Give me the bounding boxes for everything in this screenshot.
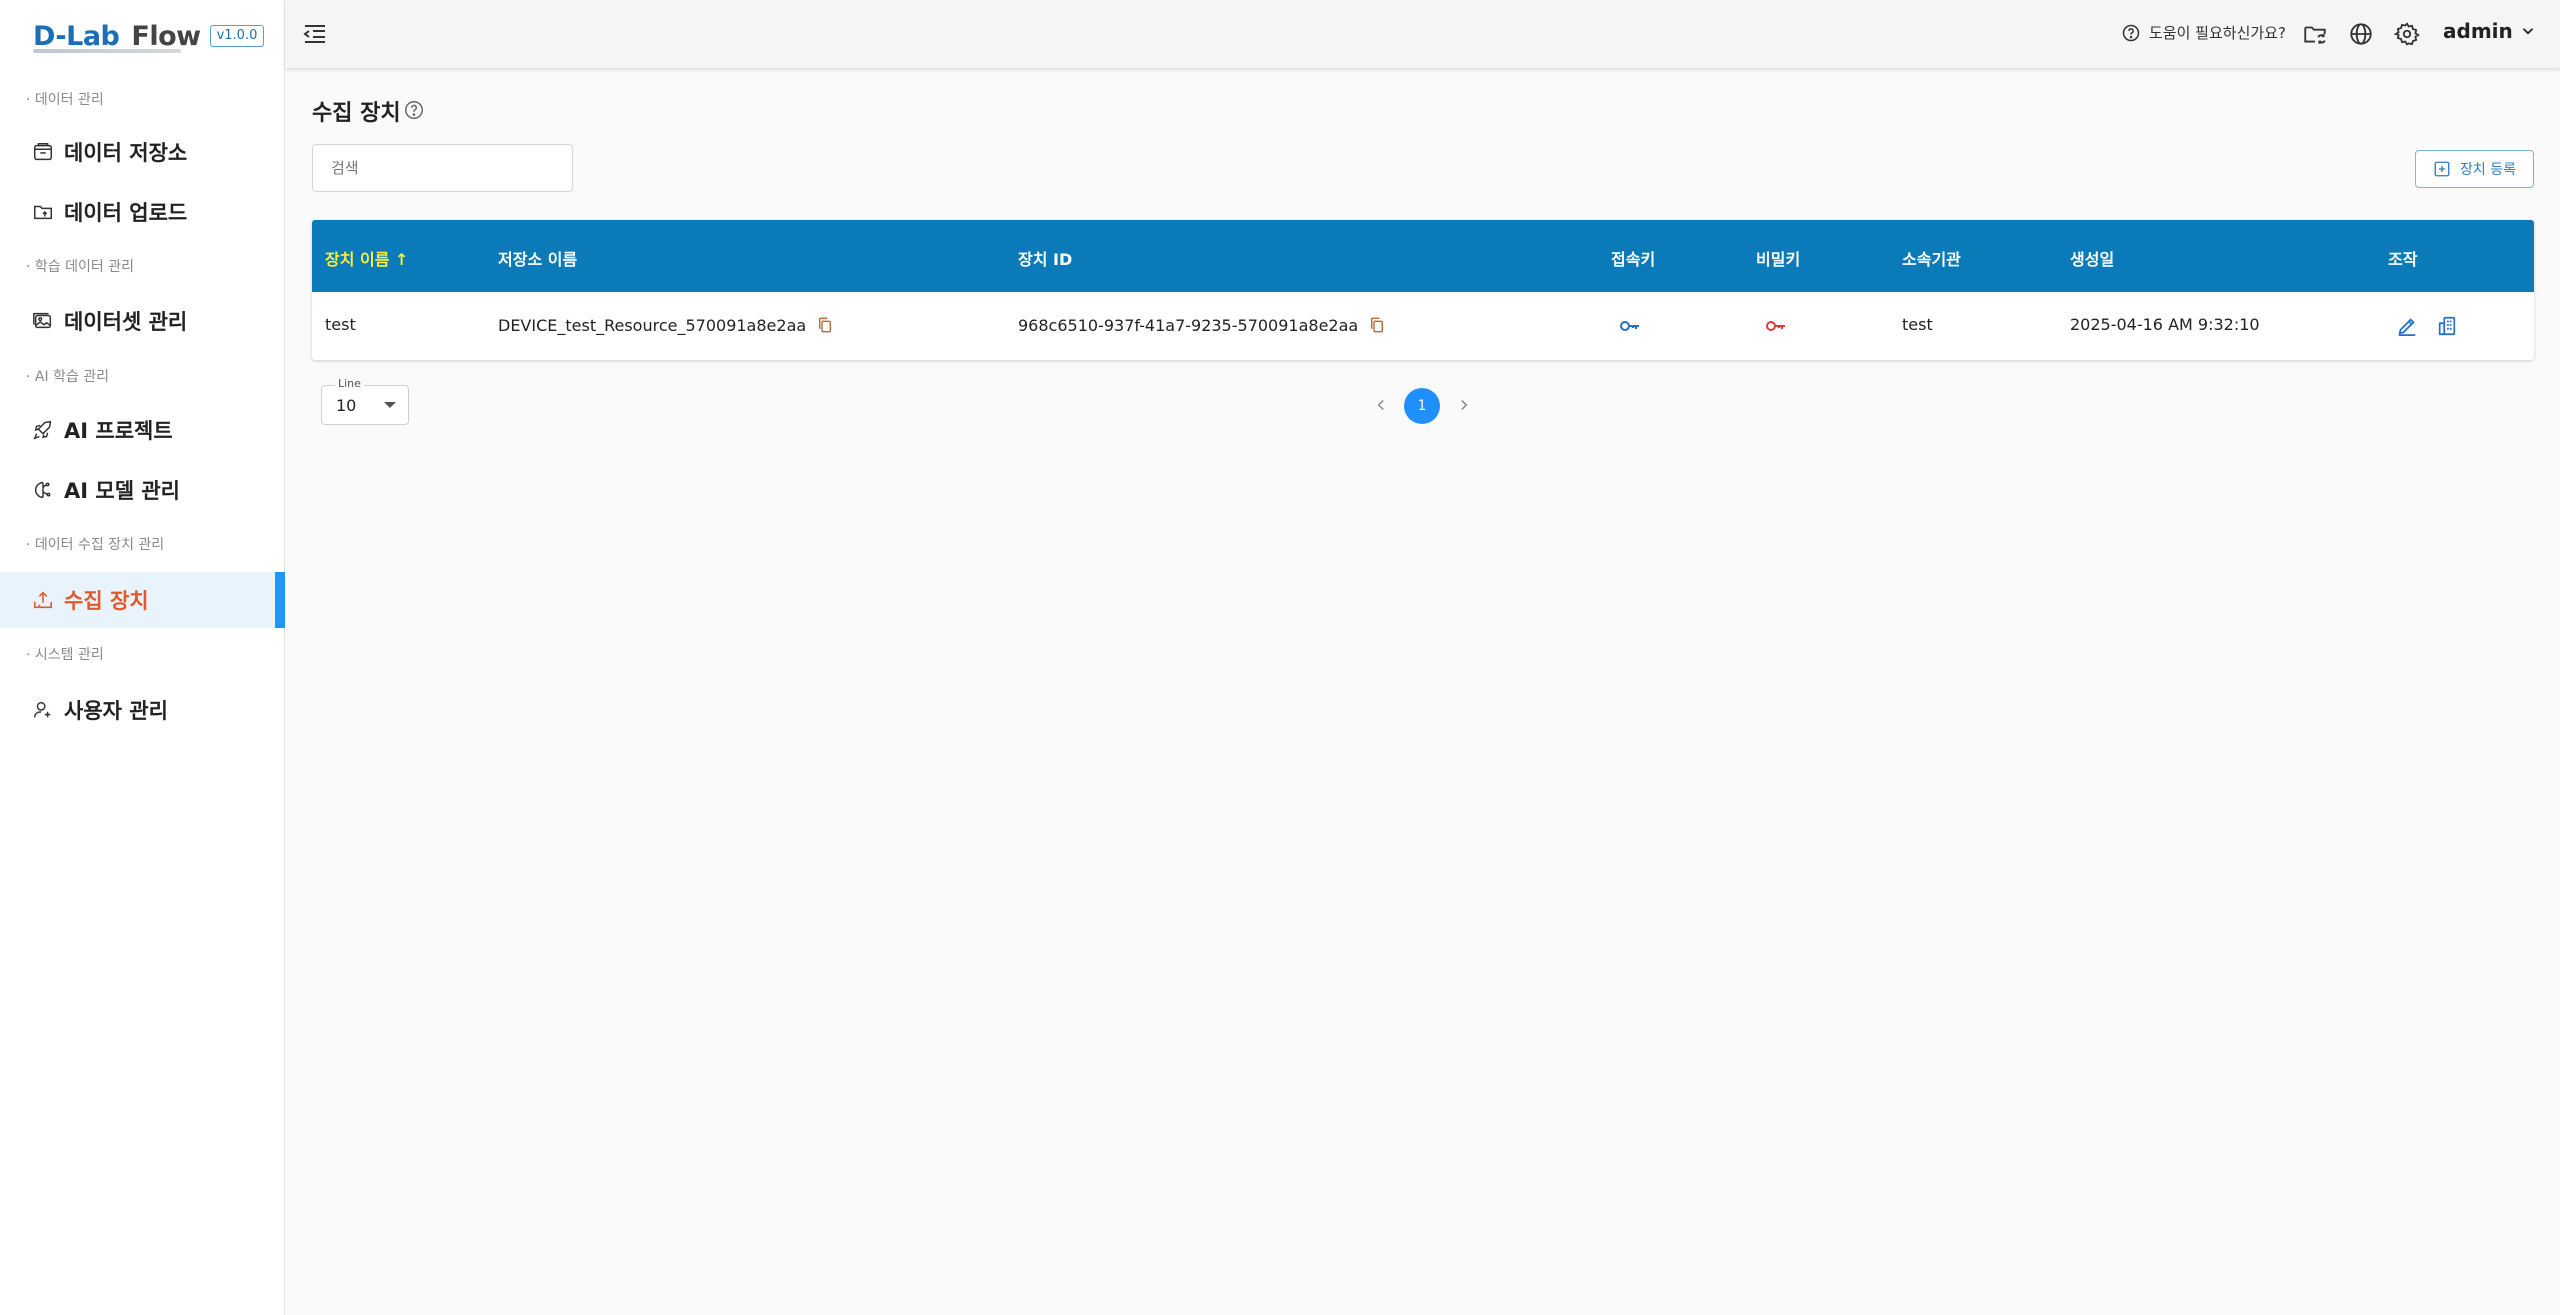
register-device-label: 장치 등록 [2460,162,2516,178]
copy-icon[interactable] [816,315,834,335]
register-device-button[interactable]: 장치 등록 [2415,150,2534,188]
section-label-collection-device: · 데이터 수집 장치 관리 [26,537,165,553]
menu-collapse-icon[interactable] [301,20,329,48]
globe-icon[interactable] [2348,21,2374,47]
access-key-icon[interactable] [1618,314,1642,338]
page-title: 수집 장치 [312,101,401,126]
sidebar-item-label: AI 모델 관리 [64,479,180,503]
brand-name-dlab: D-Lab [33,20,120,52]
cell-organization: test [1902,315,1933,334]
sidebar-item-label: 수집 장치 [64,589,149,613]
plus-square-icon [2434,161,2450,177]
brain-icon [32,479,54,501]
rows-per-page-label: Line [335,377,364,390]
column-header-access-key[interactable]: 접속키 [1611,246,1655,270]
section-label-data: · 데이터 관리 [26,92,104,108]
sidebar-item-label: 데이터셋 관리 [64,310,188,334]
column-header-storage-name[interactable]: 저장소 이름 [498,246,577,270]
sidebar-item-ai-model[interactable]: AI 모델 관리 [0,462,285,518]
sidebar-item-ai-project[interactable]: AI 프로젝트 [0,402,285,458]
version-badge: v1.0.0 [209,25,265,47]
sidebar-item-label: AI 프로젝트 [64,419,173,443]
secret-key-icon[interactable] [1764,314,1788,338]
copy-icon[interactable] [1368,315,1386,335]
chevron-right-icon[interactable] [1455,396,1473,414]
sidebar-item-collection-device[interactable]: 수집 장치 [0,572,285,628]
sidebar-item-user-management[interactable]: 사용자 관리 [0,682,285,738]
gear-icon[interactable] [2393,21,2421,47]
cell-device-id: 968c6510-937f-41a7-9235-570091a8e2aa [1018,315,1386,335]
chevron-left-icon[interactable] [1372,396,1390,414]
user-menu[interactable]: admin [2443,19,2537,43]
column-header-organization[interactable]: 소속기관 [1902,246,1961,270]
section-label-training-data: · 학습 데이터 관리 [26,259,134,275]
column-header-created-date[interactable]: 생성일 [2070,246,2114,270]
upload-tray-icon [32,589,54,611]
storage-name-text: DEVICE_test_Resource_570091a8e2aa [498,315,807,335]
cell-created-date: 2025-04-16 AM 9:32:10 [2070,315,2260,334]
rows-per-page-value: 10 [336,396,357,415]
sidebar-item-data-upload[interactable]: 데이터 업로드 [0,184,285,240]
device-id-text: 968c6510-937f-41a7-9235-570091a8e2aa [1018,315,1359,335]
sidebar: D-Lab Flow v1.0.0 · 데이터 관리 데이터 저장소 데이터 업… [0,0,285,1315]
sidebar-item-label: 사용자 관리 [64,699,168,723]
device-table: 장치 이름 ↑ 저장소 이름 장치 ID 접속키 비밀키 소속기관 생성일 조작… [312,220,2534,360]
sidebar-item-label: 데이터 저장소 [64,141,188,165]
column-header-device-id[interactable]: 장치 ID [1018,246,1072,270]
folder-upload-icon [32,201,54,223]
page-button-current[interactable]: 1 [1404,388,1440,424]
caret-down-icon [384,402,396,408]
rocket-icon [32,419,54,441]
column-header-secret-key[interactable]: 비밀키 [1756,246,1800,270]
image-gallery-icon [32,310,54,332]
brand-name-flow: Flow [131,20,201,52]
folder-sync-icon[interactable] [2302,21,2328,47]
search-input[interactable] [312,144,573,192]
section-label-ai-training: · AI 학습 관리 [26,369,110,385]
storage-box-icon [32,141,54,163]
logo-underline [33,49,181,53]
table-header: 장치 이름 ↑ 저장소 이름 장치 ID 접속키 비밀키 소속기관 생성일 조작 [312,220,2534,292]
chevron-down-icon [2522,28,2533,35]
help-link[interactable]: 도움이 필요하신가요? [2121,22,2286,43]
device-detail-icon[interactable] [2435,314,2459,338]
user-name: admin [2443,19,2513,43]
brand-logo[interactable]: D-Lab Flow v1.0.0 [33,18,265,54]
rows-per-page-select[interactable]: Line 10 [321,377,409,425]
edit-icon[interactable] [2395,314,2419,338]
cell-storage-name: DEVICE_test_Resource_570091a8e2aa [498,315,834,335]
user-add-icon [32,699,54,721]
column-header-actions: 조작 [2388,250,2418,269]
top-header: 도움이 필요하신가요? admin [285,0,2560,68]
table-row: test DEVICE_test_Resource_570091a8e2aa 9… [312,292,2534,360]
cell-device-name: test [325,315,356,334]
help-text: 도움이 필요하신가요? [2149,24,2286,42]
column-header-device-name[interactable]: 장치 이름 ↑ [325,246,408,270]
help-circle-icon [2122,24,2140,41]
section-label-system: · 시스템 관리 [26,647,104,663]
sidebar-item-dataset[interactable]: 데이터셋 관리 [0,293,285,349]
sidebar-item-label: 데이터 업로드 [64,201,188,225]
sidebar-item-data-storage[interactable]: 데이터 저장소 [0,124,285,180]
help-circle-icon[interactable] [403,99,425,121]
